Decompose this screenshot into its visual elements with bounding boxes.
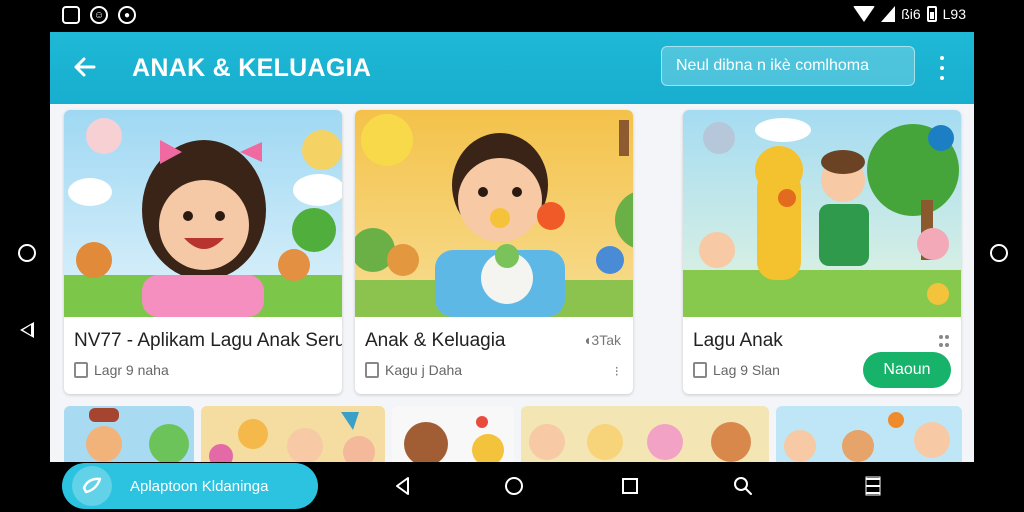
- app-action-label: Aplaptoon Kldaninga: [130, 477, 269, 495]
- card-subtitle-text: Lag 9 Slan: [713, 362, 780, 378]
- girl-thumbnail-image: [64, 110, 342, 317]
- app-title: ANAK & KELUAGIA: [132, 54, 372, 82]
- face-icon: ☺: [90, 6, 108, 24]
- thumbnail-item[interactable]: [201, 406, 385, 462]
- thumbnail-item[interactable]: [521, 406, 769, 462]
- document-icon: [74, 362, 88, 378]
- home-circle-icon[interactable]: [18, 244, 36, 262]
- home-circle-icon[interactable]: [990, 244, 1008, 262]
- card-subtitle-text: Lagr 9 naha: [94, 362, 169, 378]
- notification-icon: ●: [118, 6, 136, 24]
- menu-icon[interactable]: [862, 475, 884, 502]
- system-nav-left: [0, 32, 50, 462]
- card-subtitle: Lagr 9 naha: [74, 362, 169, 378]
- signal-icon: [881, 6, 896, 22]
- app-bar: ANAK & KELUAGIA Neul dibna n ikè comlhom…: [50, 32, 974, 104]
- tag-icon: [693, 362, 707, 378]
- card-title: Anak & Keluagia: [365, 330, 506, 351]
- back-icon[interactable]: [392, 475, 414, 502]
- image-icon: [62, 6, 80, 24]
- app-window: ANAK & KELUAGIA Neul dibna n ikè comlhom…: [50, 32, 974, 462]
- system-nav-right: [974, 32, 1024, 462]
- recents-icon[interactable]: [619, 475, 641, 502]
- card-meta: ◖3Tak: [582, 332, 621, 348]
- card-title: NV77 - Aplikam Lagu Anak Seru: [74, 330, 342, 351]
- card-subtitle-text: Kagu j Daha: [385, 362, 463, 378]
- more-options-icon[interactable]: [934, 54, 950, 82]
- song-card[interactable]: Anak & Keluagia ◖3Tak Kagu j Daha ⁝: [355, 110, 633, 394]
- play-button[interactable]: Naoun: [863, 352, 951, 388]
- card-title: Lagu Anak: [693, 330, 783, 351]
- battery-icon: [926, 6, 937, 22]
- back-arrow-icon[interactable]: [70, 52, 100, 82]
- battery-text: L93: [942, 6, 966, 22]
- signal-text: ßi6: [901, 6, 921, 22]
- search-input[interactable]: Neul dibna n ikè comlhoma: [661, 46, 915, 86]
- more-options-icon[interactable]: ⁝: [615, 363, 619, 380]
- grid-menu-icon[interactable]: [939, 335, 949, 349]
- chat-icon: [72, 466, 112, 506]
- app-action-button[interactable]: Aplaptoon Kldaninga: [62, 463, 318, 509]
- thumbnail-item[interactable]: [776, 406, 962, 462]
- boy-thumbnail-image: [355, 110, 633, 317]
- wifi-icon: [853, 6, 876, 22]
- document-icon: [365, 362, 379, 378]
- thumbnail-item[interactable]: [392, 406, 514, 462]
- thumbnail-item[interactable]: [64, 406, 194, 462]
- home-icon[interactable]: [503, 475, 525, 502]
- card-subtitle: Lag 9 Slan: [693, 362, 780, 378]
- back-triangle-icon[interactable]: [20, 322, 34, 338]
- animals-thumbnail-image: [683, 110, 961, 317]
- card-subtitle: Kagu j Daha: [365, 362, 462, 378]
- song-card[interactable]: NV77 - Aplikam Lagu Anak Seru Lagr 9 nah…: [64, 110, 342, 394]
- search-icon[interactable]: [732, 475, 754, 502]
- song-card[interactable]: Lagu Anak Lag 9 Slan Naoun: [683, 110, 961, 394]
- status-bar: ☺ ● ßi6 L93: [0, 0, 1024, 32]
